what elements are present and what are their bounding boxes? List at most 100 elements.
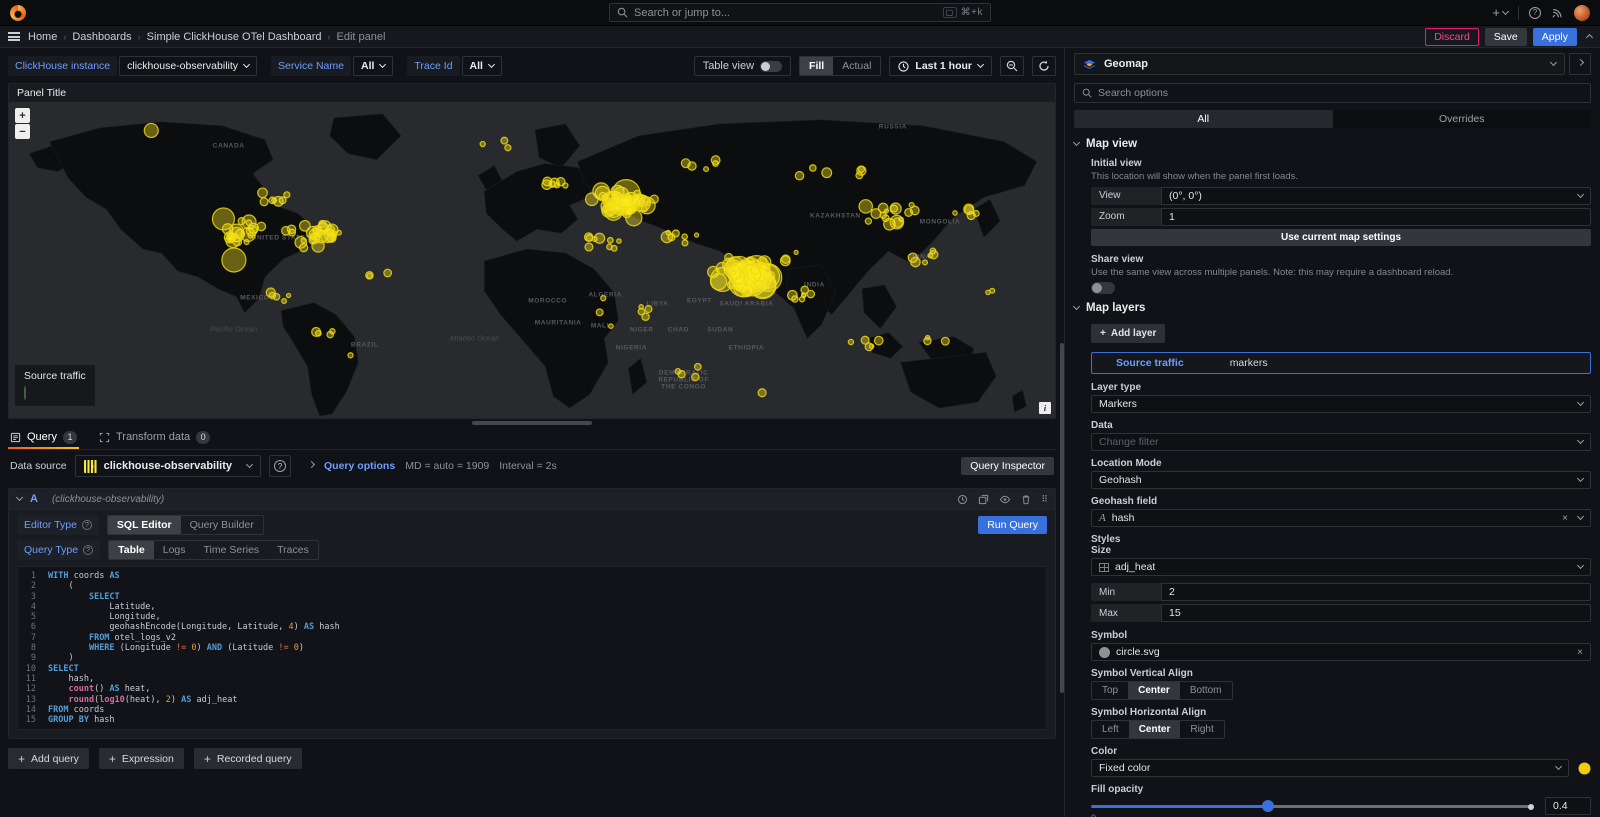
time-range-picker[interactable]: Last 1 hour: [889, 56, 992, 76]
min-input[interactable]: [1169, 586, 1583, 598]
apply-button[interactable]: Apply: [1533, 28, 1577, 46]
global-search[interactable]: ▢⌘+k: [609, 3, 991, 22]
expression-button[interactable]: +Expression: [99, 748, 184, 769]
run-query-button[interactable]: Run Query: [978, 516, 1047, 534]
query-builder-option[interactable]: Query Builder: [181, 516, 263, 534]
sql-editor-option[interactable]: SQL Editor: [108, 516, 181, 534]
refresh-button[interactable]: [1032, 56, 1056, 76]
initial-view-desc: This location will show when the panel f…: [1091, 171, 1591, 183]
save-button[interactable]: Save: [1485, 28, 1527, 46]
duplicate-icon[interactable]: [978, 494, 989, 505]
add-menu-button[interactable]: +: [1492, 5, 1508, 20]
editor-type-row: Editor Type? SQL Editor Query Builder Ru…: [9, 510, 1055, 535]
user-avatar[interactable]: [1574, 5, 1590, 21]
map-zoom-out-button[interactable]: −: [15, 124, 30, 139]
sql-code[interactable]: 1WITH coords AS2 (3 SELECT4 Latitude,5 L…: [17, 566, 1047, 730]
discard-button[interactable]: Discard: [1425, 28, 1479, 46]
layer-type-select[interactable]: Markers: [1091, 395, 1591, 413]
panel-title[interactable]: Panel Title: [9, 84, 1055, 102]
query-row-header[interactable]: A (clickhouse-observability) ⠿: [9, 489, 1055, 510]
table-view-toggle[interactable]: Table view: [694, 56, 791, 76]
map-canvas[interactable]: RUSSIACANADAUNITED STATESMEXICOBRAZILKAZ…: [9, 102, 1055, 418]
clear-icon[interactable]: ×: [1562, 513, 1568, 524]
halign-center[interactable]: Center: [1129, 721, 1181, 738]
help-icon[interactable]: ?: [1529, 7, 1541, 19]
max-input[interactable]: [1169, 607, 1583, 619]
section-map-view[interactable]: Map view: [1074, 138, 1591, 150]
var-clickhouse-instance-select[interactable]: clickhouse-observability: [119, 56, 257, 76]
zoom-out-time-button[interactable]: [1000, 56, 1024, 76]
collapse-options-icon[interactable]: [1587, 31, 1592, 43]
layer-name[interactable]: Source traffic: [1116, 357, 1184, 369]
location-mode-select[interactable]: Geohash: [1091, 471, 1591, 489]
symbol-field: Symbol circle.svg ×: [1091, 630, 1591, 661]
clear-icon[interactable]: ×: [1577, 647, 1583, 658]
query-type-table[interactable]: Table: [109, 541, 154, 559]
valign-center[interactable]: Center: [1128, 682, 1180, 699]
drag-handle[interactable]: ⠿: [1041, 494, 1047, 505]
table-view-switch[interactable]: [760, 61, 782, 72]
geomap-icon: [1083, 58, 1096, 71]
breadcrumb-dashboards[interactable]: Dashboards: [72, 31, 131, 43]
share-view-toggle[interactable]: [1091, 282, 1115, 294]
recorded-query-button[interactable]: +Recorded query: [194, 748, 302, 769]
news-icon[interactable]: [1551, 7, 1564, 19]
tab-overrides[interactable]: Overrides: [1333, 110, 1592, 128]
query-type-traces[interactable]: Traces: [268, 541, 318, 559]
var-trace-id-select[interactable]: All: [462, 56, 502, 76]
panel-resize-handle[interactable]: [8, 419, 1056, 426]
tab-transform-data[interactable]: Transform data 0: [97, 426, 212, 448]
info-icon: ?: [83, 545, 93, 555]
layer-card[interactable]: Source traffic markers: [1091, 352, 1591, 374]
tab-query[interactable]: Query 1: [8, 426, 79, 448]
valign-top[interactable]: Top: [1092, 682, 1128, 699]
location-mode-field: Location Mode Geohash: [1091, 458, 1591, 489]
tab-all[interactable]: All: [1074, 110, 1333, 128]
main-scrollbar[interactable]: [1060, 343, 1064, 693]
query-type-timeseries[interactable]: Time Series: [195, 541, 269, 559]
delete-query-icon[interactable]: [1021, 494, 1031, 505]
breadcrumb-home[interactable]: Home: [28, 31, 57, 43]
map-attribution-button[interactable]: i: [1039, 402, 1051, 414]
symbol-select[interactable]: circle.svg ×: [1091, 643, 1591, 661]
options-search-input[interactable]: [1098, 87, 1583, 99]
options-search[interactable]: [1074, 83, 1591, 103]
valign-bottom[interactable]: Bottom: [1180, 682, 1232, 699]
query-type-logs[interactable]: Logs: [154, 541, 195, 559]
close-options-button[interactable]: [1569, 53, 1591, 75]
query-collapse-icon[interactable]: [16, 494, 23, 501]
menu-toggle-icon[interactable]: [8, 32, 20, 41]
fill-opacity-input[interactable]: [1553, 800, 1583, 812]
min-field: Min: [1091, 583, 1591, 601]
map-zoom-in-button[interactable]: +: [15, 108, 30, 123]
view-select[interactable]: (0°, 0°): [1161, 187, 1591, 205]
hide-query-eye-icon[interactable]: [999, 494, 1011, 505]
zoom-input[interactable]: [1169, 211, 1583, 223]
history-icon[interactable]: [957, 494, 968, 505]
add-query-button[interactable]: +Add query: [8, 748, 89, 769]
fill-opacity-slider[interactable]: 0: [1091, 797, 1533, 815]
color-select[interactable]: Fixed color: [1091, 759, 1569, 777]
query-options[interactable]: Query options MD = auto = 1909 Interval …: [309, 460, 557, 472]
visualization-picker[interactable]: Geomap: [1074, 53, 1565, 75]
query-count-badge: 1: [63, 431, 77, 444]
datasource-help-button[interactable]: ?: [269, 455, 291, 477]
actual-option[interactable]: Actual: [833, 57, 880, 75]
halign-left[interactable]: Left: [1092, 721, 1129, 738]
fill-option[interactable]: Fill: [800, 57, 833, 75]
datasource-select[interactable]: clickhouse-observability: [75, 455, 261, 477]
breadcrumb-dashboard-name[interactable]: Simple ClickHouse OTel Dashboard: [147, 31, 322, 43]
query-inspector-button[interactable]: Query Inspector: [961, 457, 1054, 475]
var-service-name-select[interactable]: All: [353, 56, 393, 76]
grafana-logo-icon[interactable]: [10, 5, 26, 21]
section-map-layers[interactable]: Map layers: [1074, 302, 1591, 314]
geohash-select[interactable]: A hash ×: [1091, 509, 1591, 527]
add-layer-button[interactable]: +Add layer: [1091, 324, 1165, 343]
color-swatch[interactable]: [1578, 762, 1591, 775]
slider-knob[interactable]: [1262, 800, 1274, 812]
search-input[interactable]: [634, 7, 937, 19]
size-select[interactable]: adj_heat: [1091, 558, 1591, 576]
use-current-map-settings-button[interactable]: Use current map settings: [1091, 229, 1591, 246]
data-select[interactable]: Change filter: [1091, 433, 1591, 451]
halign-right[interactable]: Right: [1180, 721, 1223, 738]
